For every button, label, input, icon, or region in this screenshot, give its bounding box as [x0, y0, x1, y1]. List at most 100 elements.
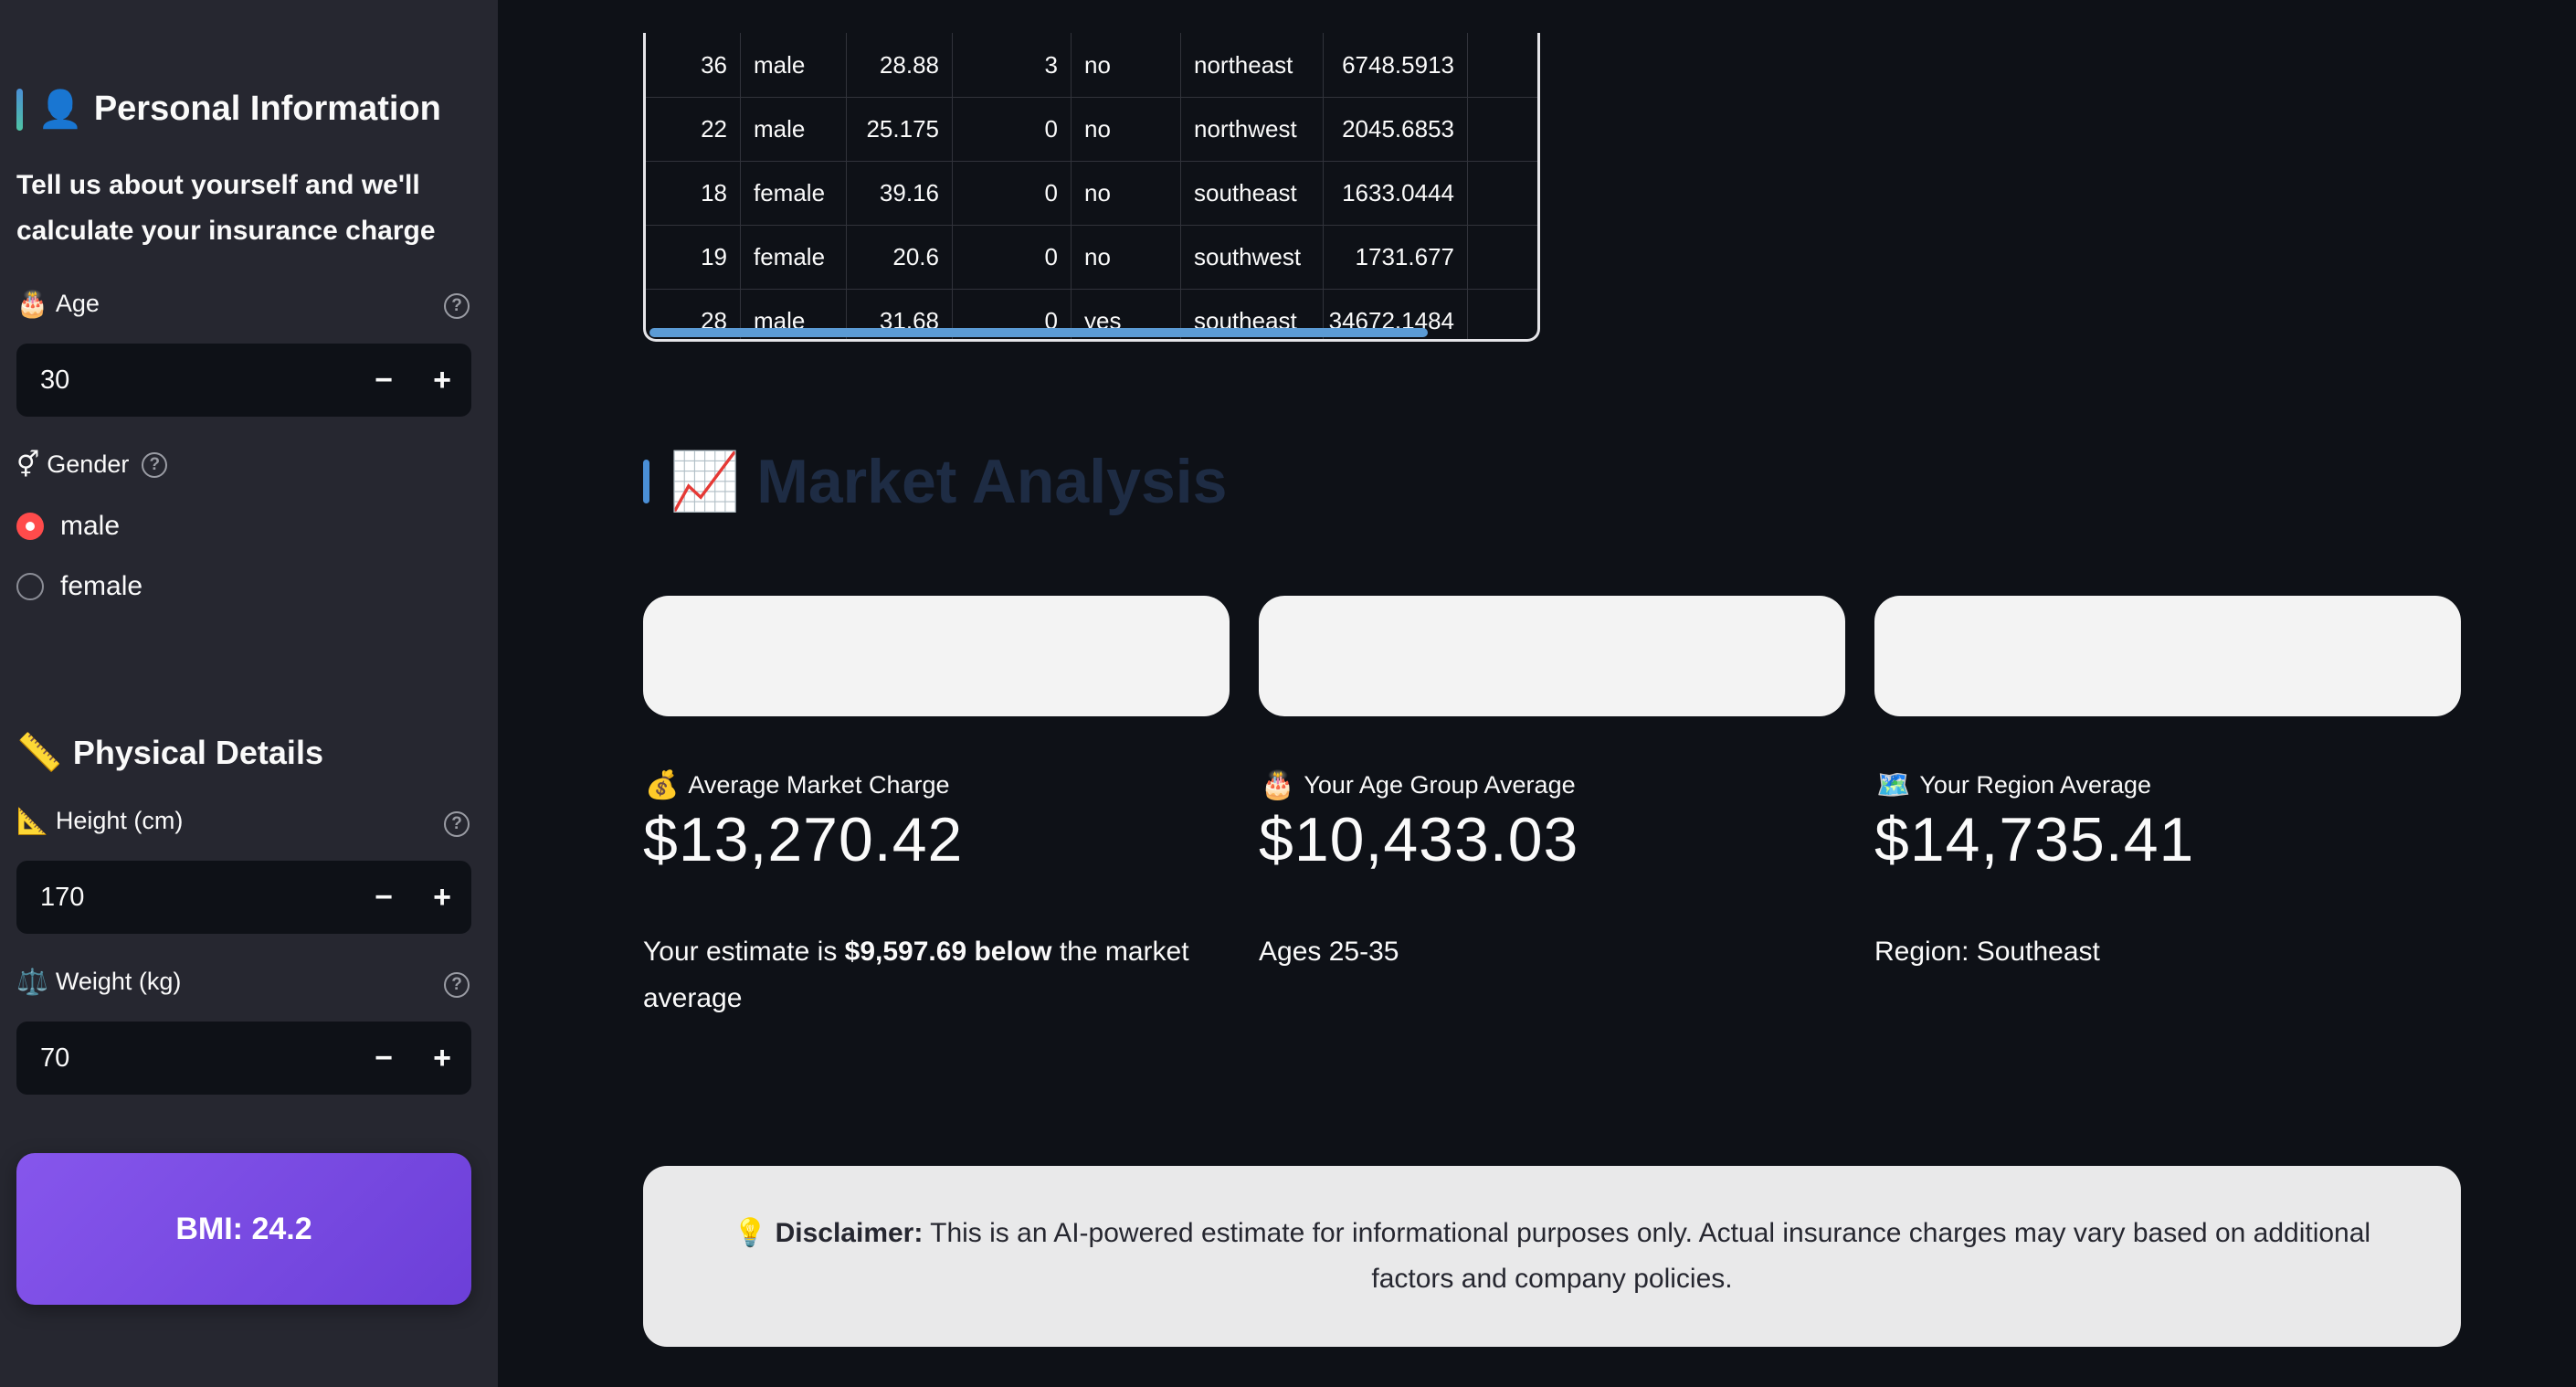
age-help-icon[interactable]: ?: [444, 293, 470, 319]
table-cell[interactable]: 20.6: [847, 225, 953, 289]
table-cell[interactable]: 6748.5913: [1324, 33, 1468, 97]
radio-selected-icon[interactable]: [16, 513, 44, 540]
table-row[interactable]: 36 male 28.88 3 no northeast 6748.5913: [646, 33, 1537, 98]
height-label-text: Height (cm): [55, 807, 184, 834]
table-cell[interactable]: 28.88: [847, 33, 953, 97]
gender-help-icon[interactable]: ?: [142, 451, 168, 478]
age-value[interactable]: 30: [16, 365, 354, 396]
table-cell[interactable]: no: [1072, 97, 1181, 161]
table-row[interactable]: 22 male 25.175 0 no northwest 2045.6853: [646, 97, 1537, 162]
light-bulb-icon: 💡: [733, 1218, 768, 1248]
table-cell[interactable]: [1468, 33, 1537, 97]
disclaimer-box: 💡 Disclaimer: This is an AI-powered esti…: [643, 1166, 2461, 1347]
bust-in-silhouette-icon: 👤: [37, 90, 83, 130]
region-note: Region: Southeast: [1874, 937, 2100, 967]
age-number-input[interactable]: 30 − +: [16, 344, 471, 417]
disclaimer-body: This is an AI-powered estimate for infor…: [923, 1218, 2371, 1294]
triangular-ruler-icon: 📐: [16, 807, 48, 835]
weight-help-icon[interactable]: ?: [444, 972, 470, 998]
table-cell[interactable]: 25.175: [847, 97, 953, 161]
table-cell[interactable]: female: [741, 161, 847, 225]
average-market-charge-label: 💰 Average Market Charge: [645, 769, 950, 801]
age-group-average-value: $10,433.03: [1259, 805, 1579, 874]
gender-option-label[interactable]: male: [60, 511, 120, 542]
table-cell[interactable]: southwest: [1181, 225, 1324, 289]
personal-info-header: 👤 Personal Information: [16, 88, 441, 131]
metric-card: [1259, 596, 1845, 716]
header-accent-bar: [16, 88, 23, 131]
weight-number-input[interactable]: 70 − +: [16, 1022, 471, 1095]
world-map-icon: 🗺️: [1876, 770, 1911, 800]
region-average-label: 🗺️ Your Region Average: [1876, 769, 2151, 801]
weight-value[interactable]: 70: [16, 1043, 354, 1074]
table-cell[interactable]: 19: [646, 225, 741, 289]
table-cell[interactable]: southeast: [1181, 161, 1324, 225]
metric-label-text: Your Region Average: [1919, 771, 2152, 799]
table-cell[interactable]: 18: [646, 161, 741, 225]
table-cell[interactable]: female: [741, 225, 847, 289]
metric-card: [1874, 596, 2461, 716]
radio-unselected-icon[interactable]: [16, 573, 44, 600]
table-cell[interactable]: [1468, 289, 1537, 339]
weight-decrement-button[interactable]: −: [354, 1022, 413, 1095]
market-analysis-header: 📈 Market Analysis: [643, 446, 1227, 517]
table-cell[interactable]: 1731.677: [1324, 225, 1468, 289]
ruler-icon: 📏: [16, 733, 62, 773]
table-cell[interactable]: 22: [646, 97, 741, 161]
table-cell[interactable]: [1468, 161, 1537, 225]
height-increment-button[interactable]: +: [413, 861, 471, 934]
market-analysis-title: Market Analysis: [756, 447, 1228, 516]
age-group-average-label: 🎂 Your Age Group Average: [1261, 769, 1576, 801]
weight-label: ⚖️ Weight (kg): [16, 967, 181, 997]
gender-option-label[interactable]: female: [60, 571, 143, 602]
gender-option-female[interactable]: female: [16, 571, 143, 602]
height-help-icon[interactable]: ?: [444, 811, 470, 837]
table-cell[interactable]: no: [1072, 161, 1181, 225]
birthday-cake-icon: 🎂: [16, 290, 48, 318]
table-cell[interactable]: 36: [646, 33, 741, 97]
age-decrement-button[interactable]: −: [354, 344, 413, 417]
weight-increment-button[interactable]: +: [413, 1022, 471, 1095]
note-prefix: Your estimate is: [643, 937, 845, 967]
table-cell[interactable]: [1468, 97, 1537, 161]
table-cell[interactable]: no: [1072, 33, 1181, 97]
gender-symbol-icon: ⚥: [16, 450, 40, 479]
table-cell[interactable]: male: [741, 97, 847, 161]
table-cell[interactable]: no: [1072, 225, 1181, 289]
note-difference: $9,597.69 below: [844, 937, 1052, 967]
table-cell[interactable]: 0: [953, 161, 1072, 225]
table-cell[interactable]: male: [741, 33, 847, 97]
balance-scale-icon: ⚖️: [16, 968, 48, 996]
table-cell[interactable]: northeast: [1181, 33, 1324, 97]
disclaimer-bold: Disclaimer:: [775, 1218, 924, 1248]
table-cell[interactable]: 3: [953, 33, 1072, 97]
estimate-comparison-note: Your estimate is $9,597.69 below the mar…: [643, 928, 1228, 1022]
height-decrement-button[interactable]: −: [354, 861, 413, 934]
table-cell[interactable]: 39.16: [847, 161, 953, 225]
table-cell[interactable]: 0: [953, 97, 1072, 161]
table-row[interactable]: 18 female 39.16 0 no southeast 1633.0444: [646, 161, 1537, 226]
gender-label-text: Gender: [47, 450, 130, 478]
disclaimer-text: 💡 Disclaimer: This is an AI-powered esti…: [689, 1211, 2415, 1302]
gender-label: ⚥ Gender ?: [16, 450, 168, 480]
header-accent-bar: [643, 460, 649, 503]
weight-label-text: Weight (kg): [55, 968, 182, 995]
table-cell[interactable]: [1468, 225, 1537, 289]
gender-option-male[interactable]: male: [16, 511, 120, 542]
metric-label-text: Your Age Group Average: [1304, 771, 1576, 799]
physical-details-title: Physical Details: [72, 733, 323, 771]
age-increment-button[interactable]: +: [413, 344, 471, 417]
metric-label-text: Average Market Charge: [688, 771, 950, 799]
table-cell[interactable]: northwest: [1181, 97, 1324, 161]
horizontal-scrollbar[interactable]: [649, 328, 1428, 337]
height-number-input[interactable]: 170 − +: [16, 861, 471, 934]
table-cell[interactable]: 1633.0444: [1324, 161, 1468, 225]
bmi-card: BMI: 24.2: [16, 1153, 471, 1305]
age-label: 🎂 Age: [16, 289, 100, 319]
table-row[interactable]: 19 female 20.6 0 no southwest 1731.677: [646, 225, 1537, 290]
table-cell[interactable]: 2045.6853: [1324, 97, 1468, 161]
personal-info-description: Tell us about yourself and we'll calcula…: [16, 170, 436, 246]
table-cell[interactable]: 0: [953, 225, 1072, 289]
data-table[interactable]: 36 male 28.88 3 no northeast 6748.5913 22 male 25…: [643, 33, 1540, 342]
height-value[interactable]: 170: [16, 883, 354, 913]
